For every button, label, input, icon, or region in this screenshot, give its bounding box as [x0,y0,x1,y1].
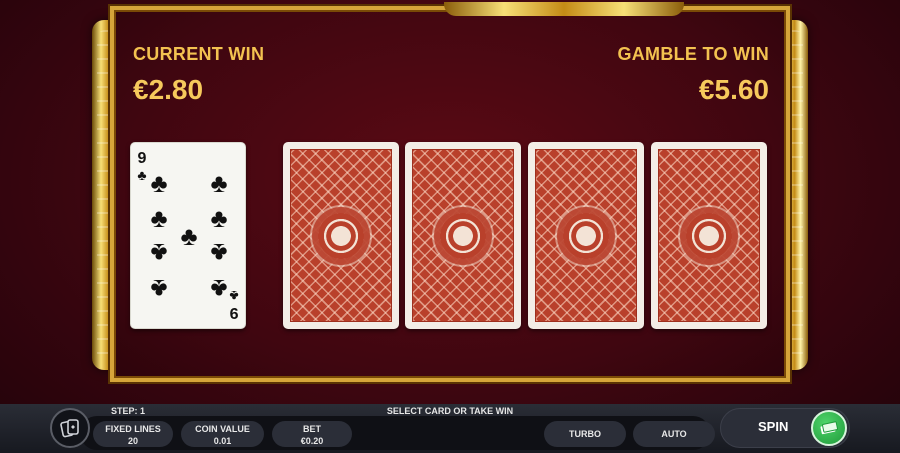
spin-label[interactable]: SPIN [758,419,788,434]
current-win-amount: €2.80 [133,74,204,105]
card-back-pattern [658,149,760,322]
money-icon [820,421,838,435]
card-back-emblem-icon [686,212,732,259]
club-pip-icon: ♣ [180,221,198,251]
card-rank: 9 [229,304,239,321]
game-screen: CURRENT WIN €2.80 GAMBLE TO WIN €5.60 9 … [0,0,900,453]
fixed-lines-value: 20 [127,436,138,446]
hidden-card-3[interactable] [528,142,644,329]
card-rank: 9 [137,150,147,167]
club-pip-icon: ♣ [150,274,168,304]
card-back-pattern [535,149,637,322]
gamble-to-win-amount: €5.60 [698,74,769,105]
coin-value-label: COIN VALUE [195,424,250,434]
coin-value-value: 0.01 [213,436,232,446]
hidden-card-1[interactable] [283,142,399,329]
club-pip-icon: ♣ [150,203,168,233]
bet-label: BET [303,424,321,434]
game-logo [444,2,684,16]
current-win-label: CURRENT WIN [133,44,265,64]
card-back-emblem-icon [318,212,364,259]
auto-button[interactable]: AUTO [633,421,715,447]
club-pip-icon: ♣ [210,203,228,233]
card-back-pattern [290,149,392,322]
hidden-card-2[interactable] [405,142,521,329]
collect-button[interactable] [811,410,847,446]
card-back-emblem-icon [563,212,609,259]
gamble-to-win-label: GAMBLE TO WIN [617,44,769,64]
card-corner-bottom: 9 ♣ [227,288,241,321]
fixed-lines-label: FIXED LINES [105,424,161,434]
club-pip-icon: ♣ [210,238,228,268]
hidden-card-4[interactable] [651,142,767,329]
club-pip-icon: ♣ [150,168,168,198]
club-pip-icon: ♣ [210,168,228,198]
club-pip-icon: ♣ [150,238,168,268]
fixed-lines-display: FIXED LINES 20 [93,421,173,447]
bet-value: €0.20 [300,436,324,446]
card-back-pattern [412,149,514,322]
cards-icon [60,419,79,438]
club-suit-icon: ♣ [229,288,239,304]
bet-button[interactable]: BET €0.20 [272,421,352,447]
revealed-card: 9 ♣ ♣ ♣ ♣ ♣ ♣ ♣ ♣ ♣ ♣ 9 ♣ [130,142,246,329]
card-back-emblem-icon [440,212,486,259]
turbo-button[interactable]: TURBO [544,421,626,447]
coin-value-button[interactable]: COIN VALUE 0.01 [181,421,264,447]
